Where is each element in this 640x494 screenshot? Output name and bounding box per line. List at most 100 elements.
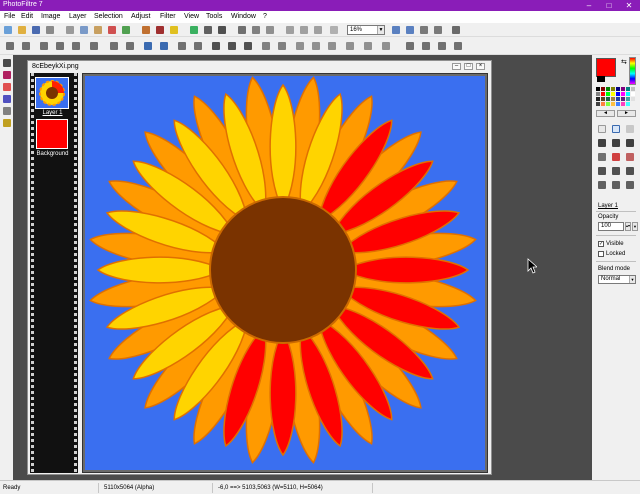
hue-strip[interactable] — [629, 57, 636, 85]
palette-swatch[interactable] — [621, 97, 625, 101]
save-icon[interactable] — [32, 26, 40, 34]
hand-tool-icon[interactable] — [626, 125, 634, 133]
cut-icon[interactable] — [66, 26, 74, 34]
transform-icon[interactable] — [110, 42, 118, 50]
menu-selection[interactable]: Selection — [94, 13, 123, 20]
palette-swatch[interactable] — [621, 87, 625, 91]
flip-icon[interactable] — [314, 26, 322, 34]
swap-colors-icon[interactable]: ⇆ — [621, 58, 627, 66]
palette-swatch[interactable] — [601, 97, 605, 101]
border-icon[interactable] — [278, 42, 286, 50]
fit-window-icon[interactable] — [434, 26, 442, 34]
select-ellipse-icon[interactable] — [22, 42, 30, 50]
eyedropper-tool-icon[interactable] — [598, 139, 606, 147]
rotate-right-icon[interactable] — [300, 26, 308, 34]
maximize-button[interactable]: □ — [599, 0, 619, 11]
color-palette[interactable] — [596, 87, 636, 107]
image-size-icon[interactable] — [238, 26, 246, 34]
palette-swatch[interactable] — [601, 102, 605, 106]
align-center-icon[interactable] — [56, 42, 64, 50]
palette-swatch[interactable] — [611, 102, 615, 106]
eye-icon[interactable] — [3, 59, 11, 67]
menu-adjust[interactable]: Adjust — [131, 13, 150, 20]
script-icon[interactable] — [3, 95, 11, 103]
grayscale-icon[interactable] — [218, 26, 226, 34]
locked-checkbox[interactable] — [598, 251, 604, 257]
layer-new-icon[interactable] — [406, 42, 414, 50]
background-color-swatch[interactable] — [597, 76, 605, 82]
eraser-tool-icon[interactable] — [626, 153, 634, 161]
actual-size-icon[interactable] — [420, 26, 428, 34]
palette-swatch[interactable] — [616, 102, 620, 106]
brush-panel-icon[interactable] — [3, 83, 11, 91]
smudge-tool-icon[interactable] — [612, 181, 620, 189]
zoom-select[interactable]: 16% ▼ — [347, 25, 385, 35]
menu-file[interactable]: File — [4, 13, 15, 20]
layer-merge-icon[interactable] — [438, 42, 446, 50]
layer-label-background[interactable]: Background — [30, 151, 75, 157]
visible-checkbox[interactable]: ✓ — [598, 241, 604, 247]
levels-icon[interactable] — [144, 42, 152, 50]
line-tool-icon[interactable] — [626, 139, 634, 147]
palette-swatch[interactable] — [596, 102, 600, 106]
print-icon[interactable] — [46, 26, 54, 34]
sharpen-icon[interactable] — [178, 42, 186, 50]
chevron-down-icon[interactable]: ▼ — [377, 26, 384, 34]
redo-icon[interactable] — [122, 26, 130, 34]
opacity-input[interactable]: 100 — [598, 222, 624, 231]
zoom-in-icon[interactable] — [392, 26, 400, 34]
menu-tools[interactable]: Tools — [206, 13, 222, 20]
align-top-icon[interactable] — [90, 42, 98, 50]
palette-swatch[interactable] — [631, 102, 635, 106]
palette-swatch[interactable] — [631, 87, 635, 91]
brightness-icon[interactable] — [142, 26, 150, 34]
pointer-tool-icon[interactable] — [598, 125, 606, 133]
palette-swatch[interactable] — [611, 92, 615, 96]
palette-swatch[interactable] — [596, 97, 600, 101]
menu-edit[interactable]: Edit — [21, 13, 33, 20]
doc-close-button[interactable]: × — [476, 63, 485, 70]
palette-swatch[interactable] — [606, 92, 610, 96]
palette-swatch[interactable] — [606, 87, 610, 91]
new-icon[interactable] — [4, 26, 12, 34]
layer-duplicate-icon[interactable] — [422, 42, 430, 50]
saturation-icon[interactable] — [170, 26, 178, 34]
shadow-icon[interactable] — [296, 42, 304, 50]
advanced-brush-tool-icon[interactable] — [612, 167, 620, 175]
menu-layer[interactable]: Layer — [69, 13, 87, 20]
layer-label-layer1[interactable]: Layer 1 — [30, 110, 75, 116]
close-button[interactable]: ✕ — [619, 0, 639, 11]
menu-filter[interactable]: Filter — [160, 13, 176, 20]
palette-swatch[interactable] — [616, 92, 620, 96]
layer-delete-icon[interactable] — [454, 42, 462, 50]
selection-tool-icon[interactable] — [612, 125, 620, 133]
fill-icon[interactable] — [382, 42, 390, 50]
palette-swatch[interactable] — [616, 87, 620, 91]
palette-next-button[interactable]: ► — [617, 110, 636, 117]
layer-thumb-layer1[interactable] — [35, 77, 69, 109]
relief-icon[interactable] — [328, 42, 336, 50]
palette-swatch[interactable] — [611, 87, 615, 91]
undo-icon[interactable] — [108, 26, 116, 34]
layer-thumb-background[interactable] — [36, 119, 68, 149]
menu-view[interactable]: View — [184, 13, 199, 20]
histogram-icon[interactable] — [204, 26, 212, 34]
palette-swatch[interactable] — [611, 97, 615, 101]
palette-prev-button[interactable]: ◄ — [596, 110, 615, 117]
palette-swatch[interactable] — [606, 97, 610, 101]
history-icon[interactable] — [3, 107, 11, 115]
canvas-size-icon[interactable] — [252, 26, 260, 34]
color-icon[interactable] — [190, 26, 198, 34]
stamp-tool-icon[interactable] — [626, 167, 634, 175]
preferences-icon[interactable] — [452, 26, 460, 34]
doc-minimize-button[interactable]: – — [452, 63, 461, 70]
align-right-icon[interactable] — [72, 42, 80, 50]
curves-icon[interactable] — [160, 42, 168, 50]
align-left-icon[interactable] — [40, 42, 48, 50]
blur-icon[interactable] — [194, 42, 202, 50]
palette-swatch[interactable] — [596, 87, 600, 91]
palette-swatch[interactable] — [596, 92, 600, 96]
fullscreen-icon[interactable] — [330, 26, 338, 34]
palette-swatch[interactable] — [601, 87, 605, 91]
palette-swatch[interactable] — [626, 97, 630, 101]
